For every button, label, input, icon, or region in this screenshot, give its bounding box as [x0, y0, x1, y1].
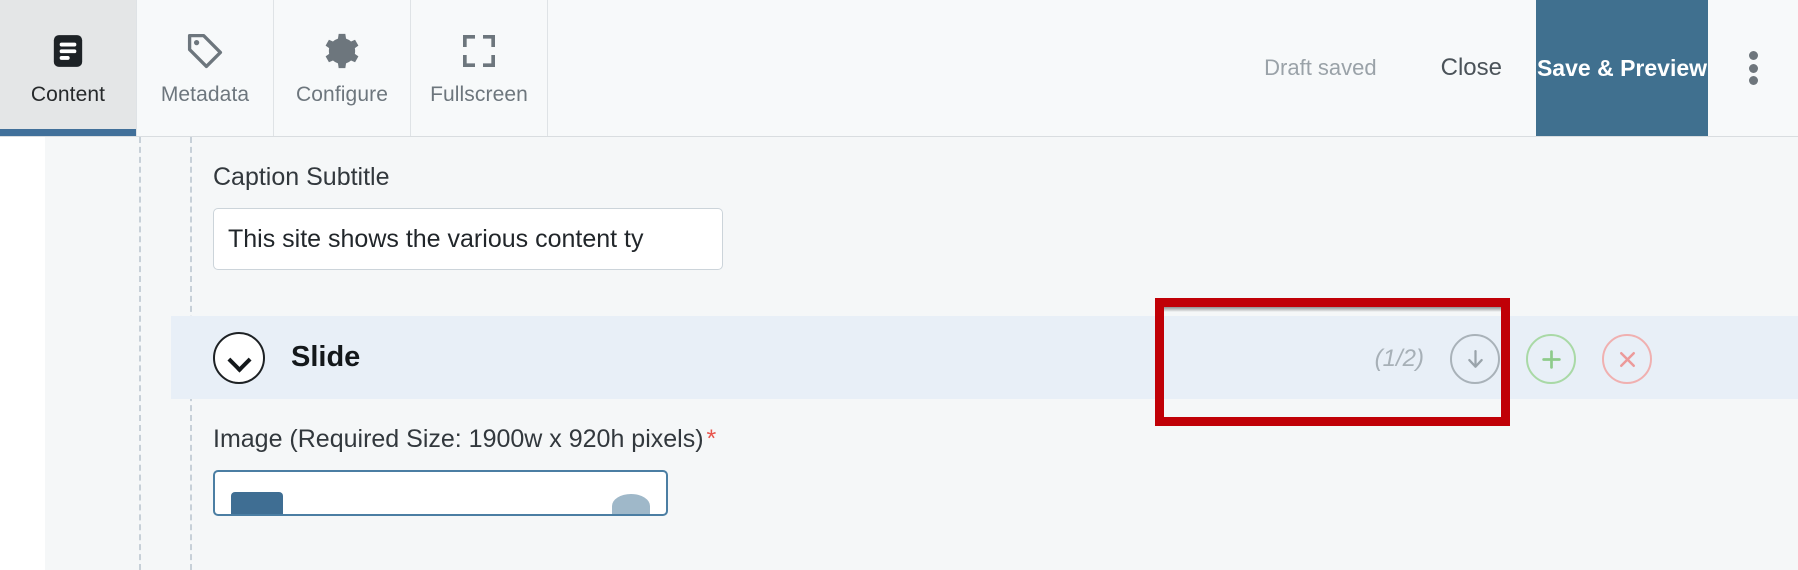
fullscreen-icon	[459, 29, 499, 73]
kebab-menu-icon[interactable]	[1708, 0, 1798, 136]
chevron-glyph	[230, 352, 249, 363]
image-preview-avatar	[612, 494, 650, 514]
save-and-preview-button[interactable]: Save & Preview	[1536, 0, 1708, 136]
tab-configure-label: Configure	[296, 83, 388, 106]
chevron-down-icon[interactable]	[213, 331, 265, 384]
slide-section-title: Slide	[291, 341, 361, 373]
arrow-down-circle-icon[interactable]	[1450, 334, 1500, 384]
tab-content[interactable]: Content	[0, 0, 137, 136]
kebab-dot	[1748, 63, 1758, 73]
image-field-label-row: Image (Required Size: 1900w x 920h pixel…	[213, 425, 716, 454]
image-thumbnail	[231, 492, 283, 514]
toolbar-actions: Draft saved Close Save & Preview	[1234, 0, 1798, 136]
slide-counter: (1/2)	[1374, 345, 1424, 372]
draft-status: Draft saved	[1264, 55, 1377, 80]
caption-subtitle-label: Caption Subtitle	[213, 163, 390, 191]
editor-canvas: Caption Subtitle This site shows the var…	[0, 137, 1798, 570]
image-field-label: Image (Required Size: 1900w x 920h pixel…	[213, 425, 704, 453]
form-region: Caption Subtitle This site shows the var…	[45, 137, 1798, 570]
plus-circle-icon[interactable]	[1526, 334, 1576, 384]
gear-icon	[321, 29, 363, 73]
editor-tab-list: Content Metadata Configure Fullscreen	[0, 0, 548, 136]
x-circle-icon[interactable]	[1602, 334, 1652, 384]
tab-content-label: Content	[30, 83, 106, 106]
tab-configure[interactable]: Configure	[274, 0, 411, 136]
tab-metadata[interactable]: Metadata	[137, 0, 274, 136]
close-button[interactable]: Close	[1407, 0, 1536, 136]
required-asterisk: *	[706, 425, 717, 453]
caption-subtitle-input[interactable]: This site shows the various content ty	[213, 208, 723, 270]
tab-metadata-label: Metadata	[160, 83, 250, 106]
kebab-dot	[1748, 51, 1758, 60]
document-lines-icon	[48, 29, 88, 73]
tag-icon	[184, 29, 226, 73]
kebab-dot	[1748, 76, 1758, 85]
tab-fullscreen-label: Fullscreen	[430, 83, 528, 106]
page-root: Content Metadata Configure Fullscreen Dr…	[0, 0, 1798, 570]
caption-subtitle-field: Caption Subtitle This site shows the var…	[213, 163, 723, 270]
tab-fullscreen[interactable]: Fullscreen	[411, 0, 548, 136]
nesting-guide-line	[139, 137, 141, 570]
slide-controls-group: (1/2)	[1375, 333, 1652, 385]
image-picker-input[interactable]	[213, 470, 668, 516]
editor-toolbar: Content Metadata Configure Fullscreen Dr…	[0, 0, 1798, 137]
image-field: Image (Required Size: 1900w x 920h pixel…	[213, 425, 716, 516]
